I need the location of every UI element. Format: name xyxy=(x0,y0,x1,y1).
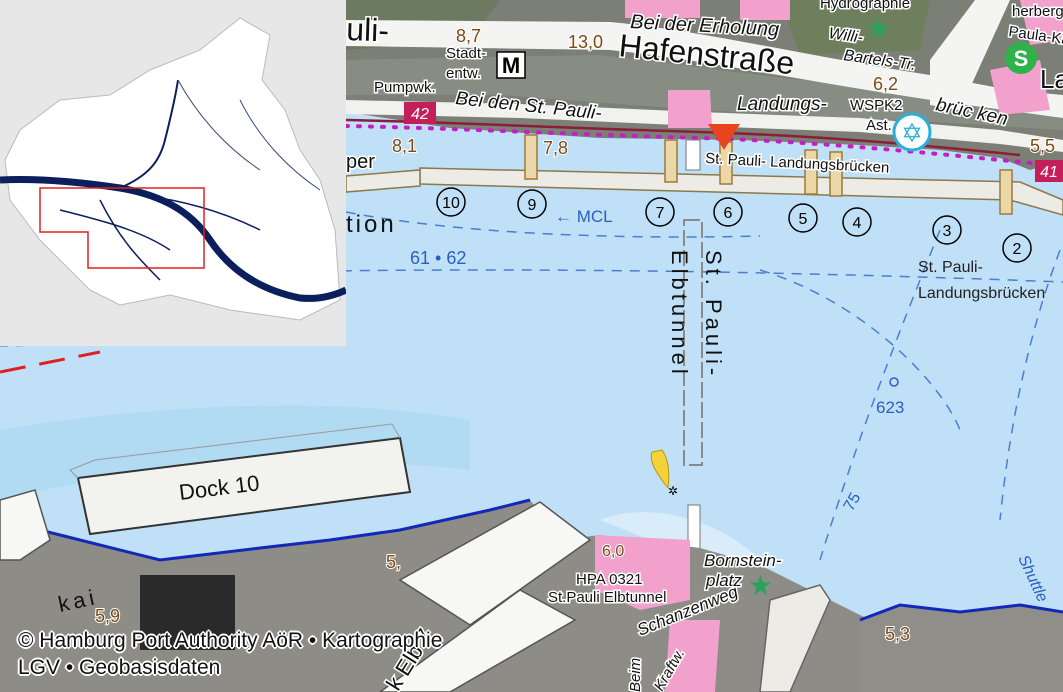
label-tion: tion xyxy=(346,211,397,238)
label-buoy-623: 623 xyxy=(876,398,904,417)
label-herberge: herberg xyxy=(1012,3,1063,20)
svg-text:3: 3 xyxy=(943,223,952,240)
building-landungsbruecken xyxy=(668,90,712,128)
svg-text:✡: ✡ xyxy=(901,118,923,148)
copyright-notice: © Hamburg Port Authority AöR • Kartograp… xyxy=(18,627,442,681)
label-entw: entw. xyxy=(446,65,481,82)
southeast-shore xyxy=(860,605,1063,692)
height-5: 5, xyxy=(386,552,401,572)
label-elbtunnel: Elbtunnel xyxy=(667,250,692,378)
svg-text:M: M xyxy=(502,53,520,78)
star-icon-north: ★ xyxy=(866,13,891,44)
svg-text:S: S xyxy=(1014,46,1029,71)
overview-inset-map[interactable] xyxy=(0,0,346,346)
copyright-line-2: LGV • Geobasisdaten xyxy=(18,656,221,679)
height-81: 8,1 xyxy=(392,136,417,156)
hexagram-icon[interactable]: ✡ xyxy=(892,112,932,152)
label-hydrographie: Hydrographie xyxy=(820,0,910,12)
label-landungsbruecken-water-1: St. Pauli- xyxy=(918,259,983,276)
star-icon-south: ★ xyxy=(748,570,773,601)
copyright-line-1: © Hamburg Port Authority AöR • Kartograp… xyxy=(18,629,443,652)
height-55: 5,5 xyxy=(1030,136,1055,156)
label-beim: Beim xyxy=(627,658,644,692)
route-badge-41: 41 xyxy=(1035,160,1063,182)
svg-text:10: 10 xyxy=(442,195,460,212)
label-ast: Ast. xyxy=(866,117,892,134)
svg-text:5: 5 xyxy=(799,211,808,228)
label-wspk2: WSPK2 xyxy=(850,97,903,114)
height-78: 7,8 xyxy=(543,138,568,158)
label-uli: uli- xyxy=(346,11,390,48)
label-la: La xyxy=(1040,64,1063,94)
label-hpa0321: HPA 0321 xyxy=(576,571,642,588)
label-per: per xyxy=(346,151,375,173)
label-bornstein: Bornstein- xyxy=(704,551,782,570)
label-st-pauli-tunnel: St. Pauli- xyxy=(701,250,726,379)
sbahn-icon[interactable]: S xyxy=(1005,42,1037,74)
tunnel-shaft-north xyxy=(685,139,701,171)
svg-text:2: 2 xyxy=(1013,241,1022,258)
height-60: 6,0 xyxy=(602,543,624,560)
height-59: 5,9 xyxy=(95,606,120,626)
route-badge-42: 42 xyxy=(404,102,436,124)
svg-text:42: 42 xyxy=(411,106,429,123)
height-53: 5,3 xyxy=(885,624,910,644)
svg-text:6: 6 xyxy=(724,205,733,222)
svg-text:9: 9 xyxy=(528,197,537,214)
label-lane-61-62: 61 • 62 xyxy=(410,248,466,268)
metro-icon[interactable]: M xyxy=(496,51,526,79)
height-130: 13,0 xyxy=(568,32,603,52)
label-stadt: Stadt- xyxy=(446,45,486,62)
label-landungs: Landungs- xyxy=(737,94,827,115)
label-mcl: ← MCL xyxy=(555,207,613,226)
label-landungsbruecken-water-2: Landungsbrücken xyxy=(918,285,1045,302)
height-87: 8,7 xyxy=(456,26,481,46)
height-62: 6,2 xyxy=(873,74,898,94)
svg-text:41: 41 xyxy=(1040,164,1058,181)
label-st-pauli-elbtunnel: St.Pauli Elbtunnel xyxy=(548,589,666,606)
svg-text:✲: ✲ xyxy=(668,484,678,498)
svg-text:7: 7 xyxy=(656,205,665,222)
svg-text:4: 4 xyxy=(853,215,862,232)
label-pumpwk: Pumpwk. xyxy=(374,79,436,96)
